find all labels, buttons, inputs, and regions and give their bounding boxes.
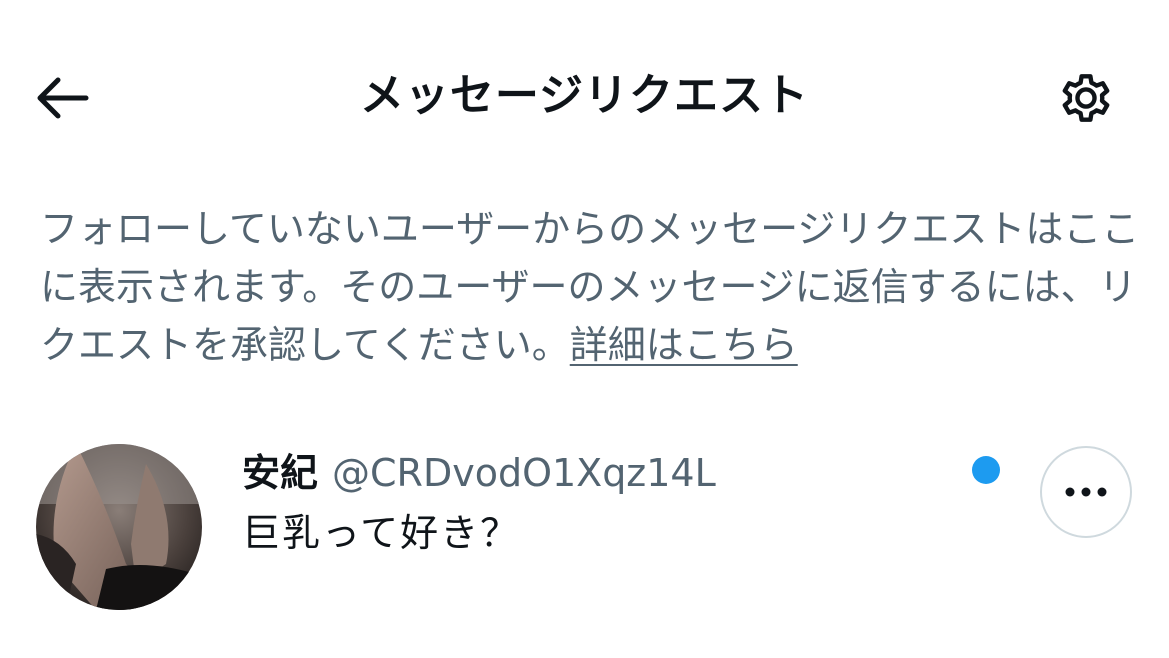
sender-handle: @CRDvodO1Xqz14L [332,451,716,495]
top-bar: メッセージリクエスト [0,0,1169,190]
avatar[interactable] [36,444,202,610]
sender-display-name: 安紀 [242,451,319,495]
gear-icon [1062,74,1110,122]
page-title: メッセージリクエスト [359,70,810,121]
learn-more-link[interactable]: 詳細はこちら [570,323,798,367]
message-preview: 巨乳って好き？ [242,511,521,555]
settings-button[interactable] [1050,66,1122,130]
sender-name-line: 安紀 @CRDvodO1Xqz14L [242,448,716,498]
message-request-item[interactable]: 安紀 @CRDvodO1Xqz14L 巨乳って好き？ [0,420,1169,630]
more-horizontal-icon [1065,487,1107,497]
more-options-button[interactable] [1040,446,1132,538]
request-info-text: フォローしていないユーザーからのメッセージリクエストはここに表示されます。そのユ… [40,200,1140,374]
unread-indicator [972,456,1000,484]
avatar-image [36,444,202,610]
